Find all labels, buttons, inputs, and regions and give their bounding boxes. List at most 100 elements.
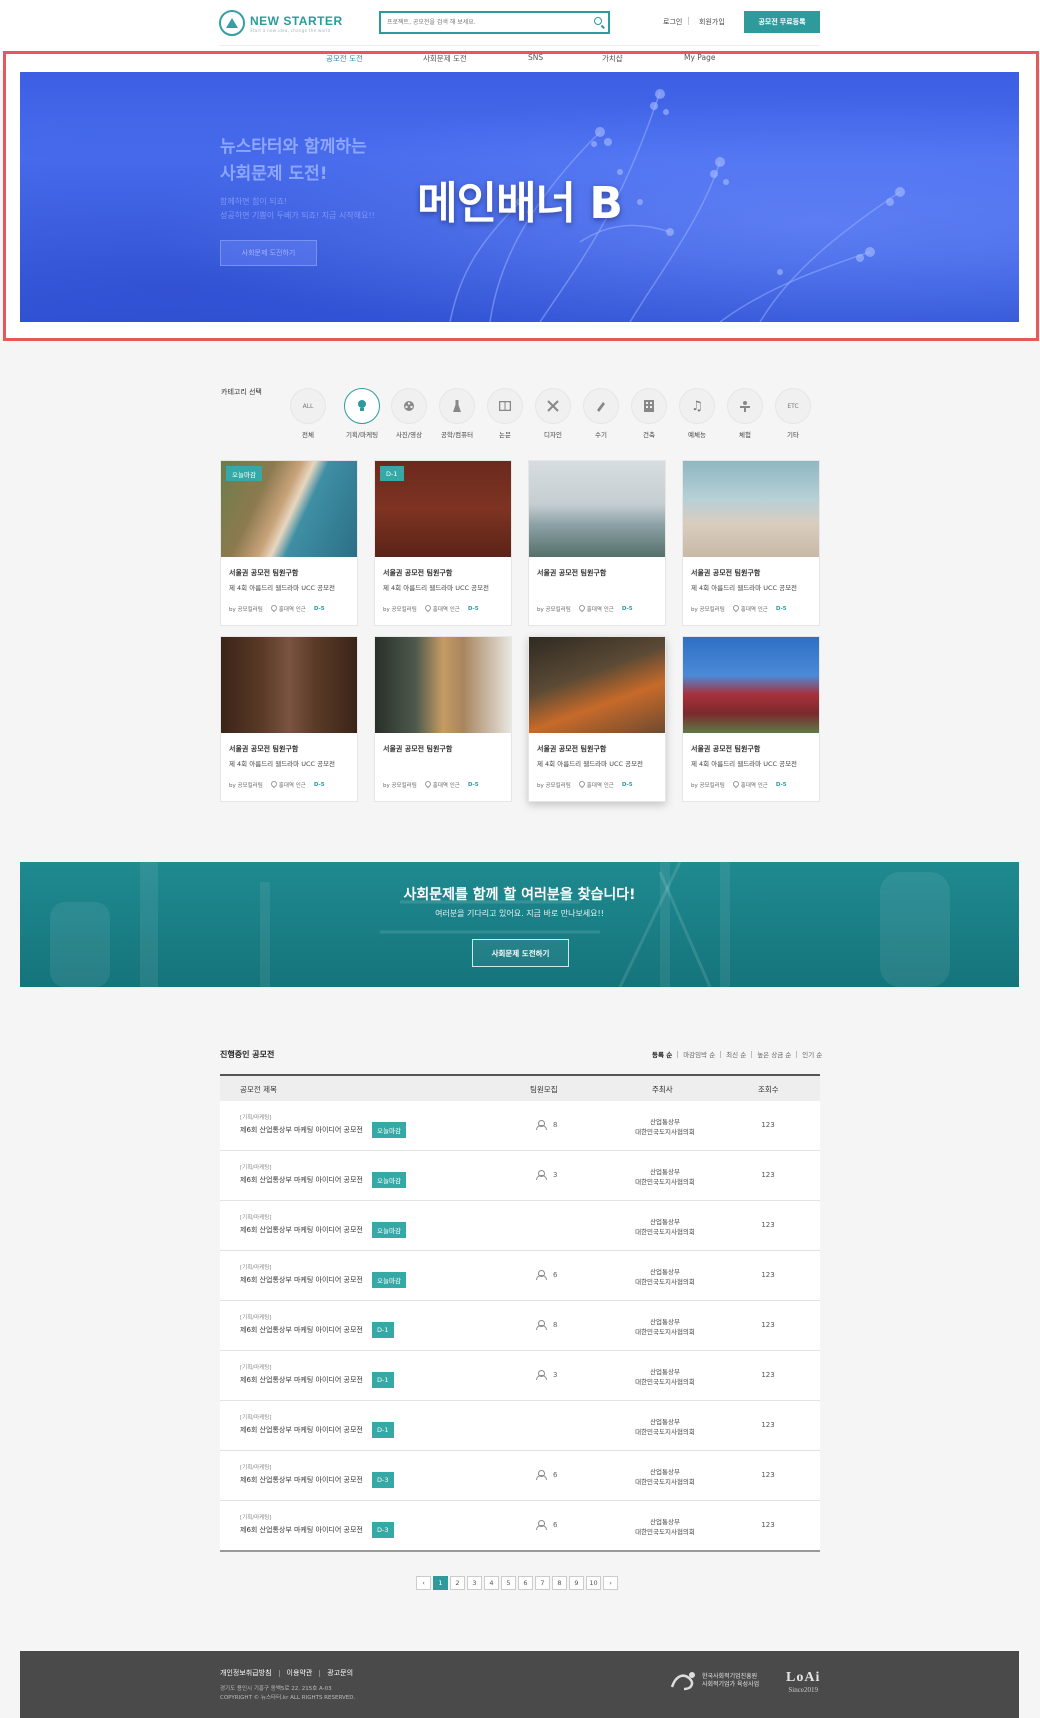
ad-inquiry-link[interactable]: 광고문의 [327, 1668, 353, 1678]
privacy-link[interactable]: 개인정보취급방침 [220, 1668, 272, 1678]
contest-card[interactable]: 서울권 공모전 팀원구함 by 공모킬러팀 홍대역 인근 D-5 [528, 460, 666, 626]
table-row[interactable]: [기획/마케팅] 제6회 산업통상부 마케팅 아이디어 공모전 D-1 8 산업… [220, 1301, 820, 1351]
experience-icon [727, 388, 763, 424]
next-page-button[interactable]: › [603, 1576, 618, 1590]
row-title[interactable]: 제6회 산업통상부 마케팅 아이디어 공모전 [240, 1225, 363, 1235]
table-row[interactable]: [기획/마케팅] 제6회 산업통상부 마케팅 아이디어 공모전 D-3 6 산업… [220, 1501, 820, 1551]
nav-item-sns[interactable]: SNS [528, 53, 543, 62]
banner-challenge-button[interactable]: 사회문제 도전하기 [220, 240, 317, 266]
table-row[interactable]: [기획/마케팅] 제6회 산업통상부 마케팅 아이디어 공모전 D-1 3 산업… [220, 1351, 820, 1401]
row-team: 3 [536, 1370, 557, 1380]
category-etc[interactable]: ETC 기타 [773, 388, 813, 439]
row-category: [기획/마케팅] [240, 1515, 272, 1521]
search-input[interactable] [381, 13, 581, 32]
main-banner[interactable]: 뉴스타터와 함께하는 사회문제 도전! 함께하면 힘이 되죠! 성공하면 기쁨이… [20, 72, 1019, 322]
nav-item-social[interactable]: 사회문제 도전 [423, 53, 467, 64]
category-paper[interactable]: 논문 [485, 388, 525, 439]
row-views: 123 [761, 1171, 775, 1179]
contest-card[interactable]: 오늘마감 서울권 공모전 팀원구함 제 4회 아름드리 웹드라마 UCC 공모전… [220, 460, 358, 626]
logo[interactable]: NEW STARTER Start a new idea, change the… [219, 10, 343, 36]
page-button[interactable]: 8 [552, 1576, 567, 1590]
page-button[interactable]: 9 [569, 1576, 584, 1590]
recruit-challenge-button[interactable]: 사회문제 도전하기 [472, 939, 569, 967]
prev-page-button[interactable]: ‹ [416, 1576, 431, 1590]
table-row[interactable]: [기획/마케팅] 제6회 산업통상부 마케팅 아이디어 공모전 D-3 6 산업… [220, 1451, 820, 1501]
page-button[interactable]: 2 [450, 1576, 465, 1590]
sort-popular[interactable]: 인기 순 [802, 1049, 822, 1059]
card-title: 서울권 공모전 팀원구함 [229, 569, 299, 577]
search-icon[interactable] [594, 17, 602, 25]
sort-latest[interactable]: 최신 순 [726, 1049, 746, 1059]
category-essay[interactable]: 수기 [581, 388, 621, 439]
contest-card[interactable]: D-1 서울권 공모전 팀원구함 제 4회 아름드리 웹드라마 UCC 공모전 … [374, 460, 512, 626]
nav-item-mypage[interactable]: My Page [684, 53, 715, 62]
page-button[interactable]: 4 [484, 1576, 499, 1590]
row-team: 6 [536, 1270, 557, 1280]
contest-card[interactable]: 서울권 공모전 팀원구함 제 4회 아름드리 웹드라마 UCC 공모전 by 공… [528, 636, 666, 802]
row-title[interactable]: 제6회 산업통상부 마케팅 아이디어 공모전 [240, 1425, 363, 1435]
card-image [683, 637, 819, 733]
page-button[interactable]: 7 [535, 1576, 550, 1590]
contest-card[interactable]: 서울권 공모전 팀원구함 제 4회 아름드리 웹드라마 UCC 공모전 by 공… [682, 636, 820, 802]
row-team-count: 6 [553, 1471, 558, 1479]
contest-card[interactable]: 서울권 공모전 팀원구함 제 4회 아름드리 웹드라마 UCC 공모전 by 공… [220, 636, 358, 802]
nav-item-shop[interactable]: 가치샵 [602, 53, 623, 64]
register-contest-button[interactable]: 공모전 무료등록 [744, 11, 820, 33]
sort-prize[interactable]: 높은 상금 순 [757, 1049, 791, 1059]
row-title[interactable]: 제6회 산업통상부 마케팅 아이디어 공모전 [240, 1375, 363, 1385]
row-views: 123 [761, 1521, 775, 1529]
category-design[interactable]: 디자인 [533, 388, 573, 439]
table-row[interactable]: [기획/마케팅] 제6회 산업통상부 마케팅 아이디어 공모전 오늘마감 8 산… [220, 1101, 820, 1151]
row-host: 산업통상부 대한민국도지사협의회 [635, 1118, 695, 1136]
nav-item-contest[interactable]: 공모전 도전 [326, 53, 363, 64]
table-row[interactable]: [기획/마케팅] 제6회 산업통상부 마케팅 아이디어 공모전 오늘마감 6 산… [220, 1251, 820, 1301]
row-views: 123 [761, 1471, 775, 1479]
divider [688, 17, 689, 25]
category-all[interactable]: ALL 전체 [288, 388, 328, 439]
row-title[interactable]: 제6회 산업통상부 마케팅 아이디어 공모전 [240, 1325, 363, 1335]
login-link[interactable]: 로그인 [663, 17, 682, 27]
terms-link[interactable]: 이용약관 [287, 1668, 313, 1678]
page-button[interactable]: 1 [433, 1576, 448, 1590]
row-deadline-tag: 오늘마감 [372, 1272, 406, 1288]
card-location: 홍대역 인근 [432, 607, 460, 613]
category-planning[interactable]: 기획/마케팅 [342, 388, 382, 439]
page-button[interactable]: 5 [501, 1576, 516, 1590]
row-title[interactable]: 제6회 산업통상부 마케팅 아이디어 공모전 [240, 1175, 363, 1185]
row-title[interactable]: 제6회 산업통상부 마케팅 아이디어 공모전 [240, 1475, 363, 1485]
category-arts[interactable]: ♫ 예체능 [677, 388, 717, 439]
search-box [379, 11, 610, 34]
contest-card[interactable]: 서울권 공모전 팀원구함 by 공모킬러팀 홍대역 인근 D-5 [374, 636, 512, 802]
signup-link[interactable]: 회원가입 [699, 17, 725, 27]
sort-registered[interactable]: 등록 순 [652, 1049, 672, 1059]
row-title[interactable]: 제6회 산업통상부 마케팅 아이디어 공모전 [240, 1275, 363, 1285]
card-title: 서울권 공모전 팀원구함 [537, 745, 607, 753]
card-meta: by 공모킬러팀 홍대역 인근 D-5 [383, 779, 479, 789]
card-dday: D-5 [621, 782, 633, 788]
row-team: 3 [536, 1170, 557, 1180]
category-architecture[interactable]: 건축 [629, 388, 669, 439]
page-button[interactable]: 3 [467, 1576, 482, 1590]
table-row[interactable]: [기획/마케팅] 제6회 산업통상부 마케팅 아이디어 공모전 오늘마감 산업통… [220, 1201, 820, 1251]
column-views: 조회수 [758, 1085, 779, 1094]
row-title[interactable]: 제6회 산업통상부 마케팅 아이디어 공모전 [240, 1125, 363, 1135]
table-row[interactable]: [기획/마케팅] 제6회 산업통상부 마케팅 아이디어 공모전 D-1 산업통상… [220, 1401, 820, 1451]
page-button[interactable]: 6 [518, 1576, 533, 1590]
sort-deadline[interactable]: 마감임박 순 [683, 1049, 715, 1059]
row-team-count: 3 [553, 1371, 558, 1379]
page-button[interactable]: 10 [586, 1576, 601, 1590]
card-team: by 공모킬러팀 [537, 783, 571, 789]
recruit-title: 사회문제를 함께 할 여러분을 찾습니다! [403, 887, 636, 903]
location-pin-icon [423, 779, 433, 789]
row-deadline-tag: D-3 [372, 1472, 394, 1488]
contest-card[interactable]: 서울권 공모전 팀원구함 제 4회 아름드리 웹드라마 UCC 공모전 by 공… [682, 460, 820, 626]
card-meta: by 공모킬러팀 홍대역 인근 D-5 [537, 603, 633, 613]
category-photo[interactable]: 사진/영상 [389, 388, 429, 439]
category-engineering[interactable]: 공학/컴퓨터 [437, 388, 477, 439]
row-views: 123 [761, 1271, 775, 1279]
category-experience[interactable]: 체험 [725, 388, 765, 439]
row-title[interactable]: 제6회 산업통상부 마케팅 아이디어 공모전 [240, 1525, 363, 1535]
people-icon [536, 1520, 548, 1530]
table-row[interactable]: [기획/마케팅] 제6회 산업통상부 마케팅 아이디어 공모전 오늘마감 3 산… [220, 1151, 820, 1201]
etc-icon: ETC [775, 388, 811, 424]
